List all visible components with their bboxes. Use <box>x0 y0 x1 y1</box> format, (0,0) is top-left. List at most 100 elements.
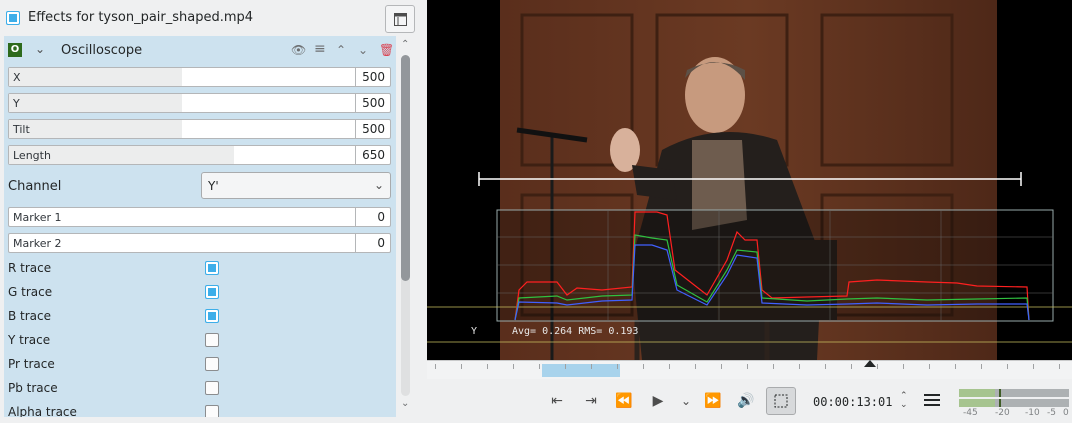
ruler-tick <box>461 364 462 369</box>
go-to-zone-end-icon[interactable]: ⇥ <box>580 390 602 412</box>
ruler-tick <box>487 364 488 369</box>
meter-scale-label: 0 <box>1063 408 1069 418</box>
video-frame[interactable]: Y Avg= 0.264 RMS= 0.193 <box>427 0 1072 360</box>
monitor-menu-icon[interactable] <box>924 393 940 407</box>
slider-value[interactable]: 500 <box>362 70 385 84</box>
meter-channel-right <box>959 399 1069 407</box>
scroll-down-icon[interactable]: ⌄ <box>401 398 409 409</box>
video-scene <box>427 0 1072 360</box>
slider-divider <box>355 208 356 226</box>
trace-label: G trace <box>8 285 53 299</box>
trace-label: B trace <box>8 309 52 323</box>
effects-panel: Effects for tyson_pair_shaped.mp4 O ⌄ Os… <box>0 0 424 423</box>
zone-selection[interactable] <box>542 364 620 377</box>
ruler-tick <box>929 364 930 369</box>
ruler-tick <box>1059 364 1060 369</box>
effects-header: Effects for tyson_pair_shaped.mp4 <box>0 0 424 36</box>
param-slider-marker-1[interactable]: Marker 1 0 <box>8 207 391 227</box>
slider-divider <box>355 94 356 112</box>
rewind-icon[interactable]: ⏪ <box>613 390 635 412</box>
collapse-chevron-icon[interactable]: ⌄ <box>35 42 45 56</box>
ruler-tick <box>773 364 774 369</box>
ruler-tick <box>799 364 800 369</box>
transport-bar: ⇤ ⇥ ⏪ ▶ ⌄ ⏩ 🔊 00:00:13:01 ⌃ ⌄ -45 -20 -1… <box>427 380 1072 423</box>
effect-header-row: O ⌄ Oscilloscope 👁 ≡ ⌃ ⌄ 🗑 <box>4 38 396 62</box>
ruler-tick <box>435 364 436 369</box>
param-slider-tilt[interactable]: Tilt 500 <box>8 119 391 139</box>
channel-value: Y' <box>208 179 219 193</box>
effects-enable-checkbox[interactable] <box>6 11 20 25</box>
ruler-tick <box>591 364 592 369</box>
ruler-tick <box>695 364 696 369</box>
trace-checkbox-b-trace[interactable] <box>205 309 219 323</box>
trace-label: Alpha trace <box>8 405 77 417</box>
scope-stats-text: Avg= 0.264 RMS= 0.193 <box>512 326 639 337</box>
ruler-tick <box>669 364 670 369</box>
timecode-spin-icon[interactable]: ⌃ ⌄ <box>900 392 908 410</box>
timeline-ruler[interactable] <box>427 360 1072 379</box>
meter-scale-label: -5 <box>1047 408 1056 418</box>
scroll-up-icon[interactable]: ⌃ <box>401 39 409 50</box>
ruler-tick <box>851 364 852 369</box>
slider-value[interactable]: 500 <box>362 96 385 110</box>
param-slider-length[interactable]: Length 650 <box>8 145 391 165</box>
ruler-tick <box>513 364 514 369</box>
menu-icon[interactable]: ≡ <box>314 41 326 57</box>
trace-checkbox-r-trace[interactable] <box>205 261 219 275</box>
meter-channel-left <box>959 389 1069 397</box>
ruler-tick <box>643 364 644 369</box>
scroll-thumb[interactable] <box>401 55 410 281</box>
slider-label: Length <box>13 149 51 162</box>
playhead-marker[interactable] <box>864 360 876 367</box>
ruler-tick <box>617 364 618 369</box>
play-icon[interactable]: ▶ <box>647 390 669 412</box>
effects-scrollbar[interactable]: ⌃ ⌄ <box>398 36 414 417</box>
clip-monitor: Y Avg= 0.264 RMS= 0.193 ⇤ ⇥ ⏪ ▶ ⌄ ⏩ 🔊 00… <box>427 0 1072 423</box>
volume-icon[interactable]: 🔊 <box>735 390 757 412</box>
ruler-tick <box>721 364 722 369</box>
effect-badge[interactable]: O <box>8 43 22 57</box>
audio-level-meter: -45 -20 -10 -5 0 <box>957 386 1071 422</box>
delete-icon[interactable]: 🗑 <box>379 43 394 57</box>
ruler-tick <box>1007 364 1008 369</box>
split-view-icon <box>394 13 407 26</box>
slider-label: Marker 1 <box>13 211 62 224</box>
param-slider-y[interactable]: Y 500 <box>8 93 391 113</box>
slider-fill <box>9 94 182 112</box>
trace-checkbox-pb-trace[interactable] <box>205 381 219 395</box>
trace-checkbox-pr-trace[interactable] <box>205 357 219 371</box>
scroll-track[interactable] <box>401 55 410 396</box>
trace-label: R trace <box>8 261 52 275</box>
trace-checkbox-alpha-trace[interactable] <box>205 405 219 417</box>
move-down-icon[interactable]: ⌄ <box>358 43 368 57</box>
slider-divider <box>355 146 356 164</box>
slider-divider <box>355 68 356 86</box>
trace-label: Y trace <box>8 333 51 347</box>
ruler-tick <box>1033 364 1034 369</box>
go-to-zone-start-icon[interactable]: ⇤ <box>546 390 568 412</box>
move-up-icon[interactable]: ⌃ <box>336 43 346 57</box>
param-slider-marker-2[interactable]: Marker 2 0 <box>8 233 391 253</box>
play-options-chevron-icon[interactable]: ⌄ <box>675 390 697 412</box>
zoom-box-button[interactable] <box>766 387 796 415</box>
slider-label: Tilt <box>13 123 30 136</box>
ruler-tick <box>539 364 540 369</box>
slider-value[interactable]: 500 <box>362 122 385 136</box>
param-slider-x[interactable]: X 500 <box>8 67 391 87</box>
effect-stack: O ⌄ Oscilloscope 👁 ≡ ⌃ ⌄ 🗑 X 500 Y 500 Tilt 5… <box>4 36 396 417</box>
trace-checkbox-y-trace[interactable] <box>205 333 219 347</box>
slider-value[interactable]: 650 <box>362 148 385 162</box>
ruler-tick <box>955 364 956 369</box>
timecode-display[interactable]: 00:00:13:01 <box>813 395 892 409</box>
eye-icon[interactable]: 👁 <box>291 43 306 57</box>
effects-title: Effects for tyson_pair_shaped.mp4 <box>28 10 254 25</box>
trace-checkbox-g-trace[interactable] <box>205 285 219 299</box>
forward-icon[interactable]: ⏩ <box>702 390 724 412</box>
slider-value[interactable]: 0 <box>377 210 385 224</box>
slider-value[interactable]: 0 <box>377 236 385 250</box>
scope-channel-text: Y <box>471 326 478 337</box>
selection-box-icon <box>774 394 788 408</box>
channel-dropdown[interactable]: Y' ⌄ <box>201 172 391 199</box>
compare-layout-button[interactable] <box>385 5 415 33</box>
chevron-down-icon: ⌄ <box>373 178 384 192</box>
